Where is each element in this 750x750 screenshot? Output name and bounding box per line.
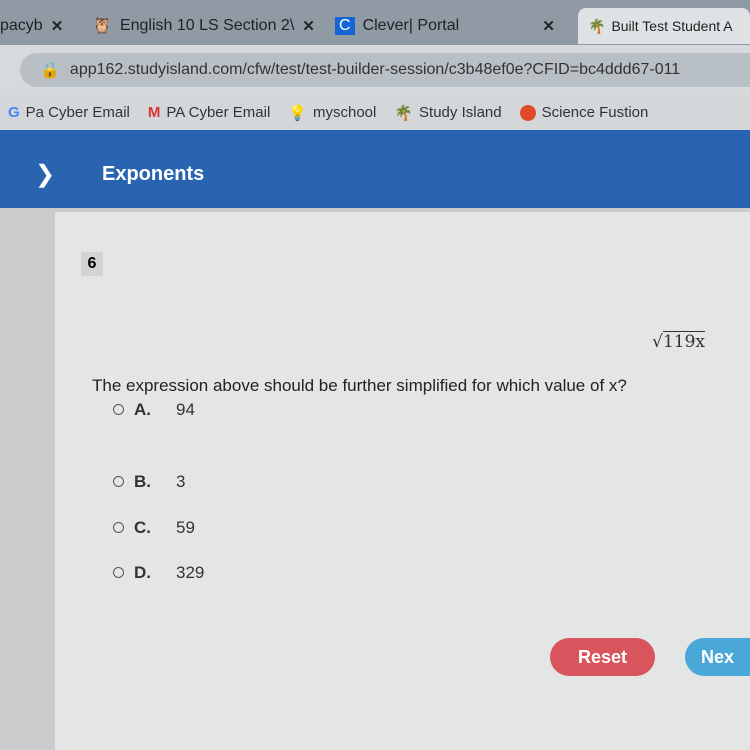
- close-icon[interactable]: ✕: [542, 17, 555, 35]
- lightbulb-icon: 💡: [288, 104, 307, 122]
- url-input[interactable]: 🔒 app162.studyisland.com/cfw/test/test-bu…: [20, 53, 750, 87]
- tab-clever[interactable]: C Clever| Portal ✕: [335, 8, 555, 44]
- math-expression: √119x: [652, 331, 705, 352]
- palm-tree-icon: 🌴: [394, 104, 414, 122]
- bookmark-science-fusion[interactable]: Science Fustion: [519, 104, 649, 121]
- bookmark-label: Study Island: [419, 104, 502, 121]
- chevron-right-icon[interactable]: ❯: [35, 160, 55, 189]
- radio-button[interactable]: [113, 522, 124, 533]
- question-prompt: The expression above should be further s…: [92, 376, 627, 395]
- option-value: 3: [176, 472, 186, 491]
- bookmark-pa-cyber-gmail[interactable]: M PA Cyber Email: [148, 104, 270, 121]
- url-text: app162.studyisland.com/cfw/test/test-bui…: [69, 61, 681, 78]
- bookmark-myschool[interactable]: 💡 myschool: [288, 104, 376, 122]
- tab-label: Built Test Student A: [611, 18, 733, 34]
- bookmark-label: Science Fustion: [541, 104, 649, 121]
- bookmark-label: myschool: [313, 104, 377, 121]
- question-number: 6: [81, 252, 103, 276]
- option-d[interactable]: D. 329: [113, 563, 204, 583]
- option-b[interactable]: B. 3: [113, 472, 185, 492]
- option-value: 59: [176, 518, 195, 537]
- red-circle-icon: [519, 104, 536, 121]
- radio-button[interactable]: [113, 476, 124, 487]
- gmail-icon: M: [147, 104, 161, 121]
- option-value: 94: [176, 400, 195, 419]
- tab-built-test[interactable]: 🌴 Built Test Student A: [578, 8, 750, 44]
- tab-label: Clever| Portal: [362, 17, 460, 34]
- option-a[interactable]: A. 94: [113, 400, 195, 420]
- question-card: 6 √119x The expression above should be f…: [55, 212, 750, 750]
- tab-pacyber[interactable]: pacyb ✕: [0, 8, 63, 44]
- radicand: 119x: [662, 331, 705, 352]
- palm-tree-icon: 🌴: [588, 17, 606, 34]
- tab-label: pacyb: [0, 17, 43, 34]
- clever-icon: C: [335, 17, 355, 35]
- option-letter: D.: [134, 563, 151, 582]
- bookmark-label: Pa Cyber Email: [25, 104, 130, 121]
- page-header: ❯ Exponents: [0, 130, 750, 208]
- radio-button[interactable]: [113, 567, 124, 578]
- close-icon[interactable]: ✕: [51, 17, 64, 35]
- option-letter: C.: [134, 518, 151, 537]
- page-title: Exponents: [102, 163, 205, 185]
- option-letter: A.: [134, 400, 151, 419]
- bookmark-label: PA Cyber Email: [166, 104, 271, 121]
- reset-button[interactable]: Reset: [550, 638, 655, 676]
- tab-label: English 10 LS Section 2\: [119, 17, 295, 34]
- google-icon: G: [8, 104, 20, 121]
- bookmark-study-island[interactable]: 🌴 Study Island: [394, 104, 501, 122]
- tab-english[interactable]: 🦉 English 10 LS Section 2\ ✕: [92, 8, 315, 44]
- lock-icon: 🔒: [40, 62, 60, 79]
- option-letter: B.: [134, 472, 151, 491]
- option-c[interactable]: C. 59: [113, 518, 195, 538]
- tab-strip: pacyb ✕ 🦉 English 10 LS Section 2\ ✕ C Cleve…: [0, 0, 750, 45]
- bookmarks-bar: G Pa Cyber Email M PA Cyber Email 💡 myschoo…: [0, 95, 750, 130]
- radio-button[interactable]: [113, 404, 124, 415]
- address-bar: 🔒 app162.studyisland.com/cfw/test/test-bu…: [0, 45, 750, 95]
- close-icon[interactable]: ✕: [302, 17, 315, 35]
- owl-icon: 🦉: [92, 18, 112, 35]
- option-value: 329: [176, 563, 205, 582]
- bookmark-pa-cyber-email[interactable]: G Pa Cyber Email: [8, 104, 130, 121]
- next-button[interactable]: Nex: [685, 638, 750, 676]
